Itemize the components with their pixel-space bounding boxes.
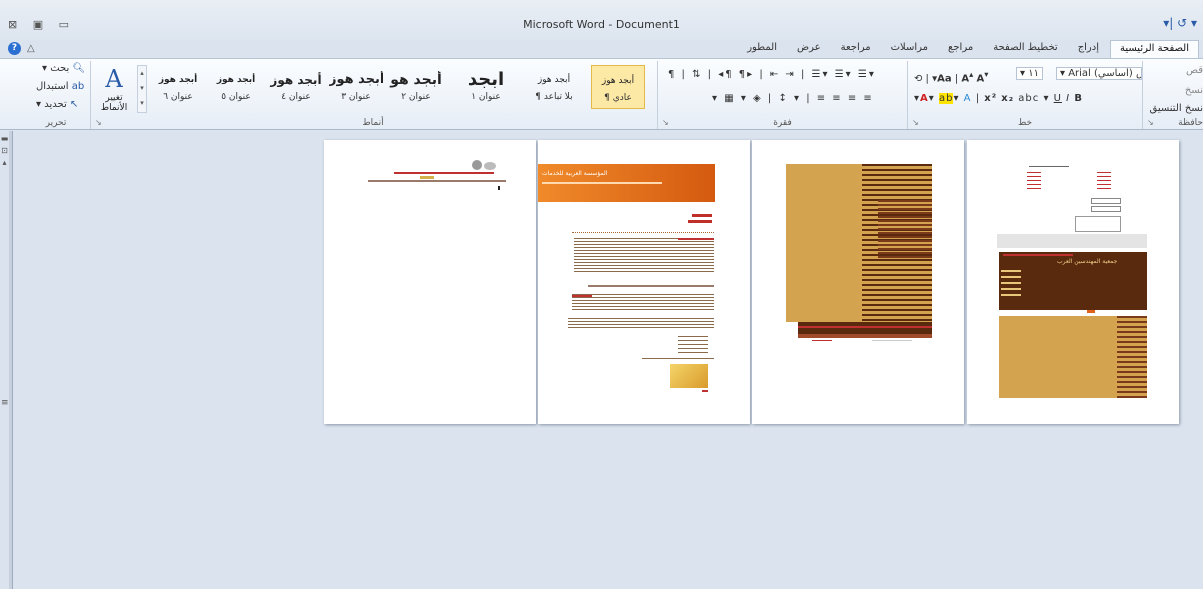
help-icon[interactable]: ? (8, 42, 21, 55)
replace-button[interactable]: استبدال ab (36, 81, 84, 92)
tab-insert[interactable]: إدراج (1069, 40, 1108, 59)
font-name-box[interactable]: ▾ Arial (أساسي) بس (1056, 67, 1142, 80)
header-line-yellow (420, 176, 434, 179)
paragraph-bottom-row[interactable]: ▾ ▦ ▾ ◈ | ↕ ▾ | ≡ ≡ ≡ ≡ (712, 93, 874, 104)
page-number-mark (498, 186, 500, 190)
brown-text-lines-2 (878, 200, 932, 260)
footer-image (670, 364, 708, 388)
form-field-2 (1091, 206, 1121, 212)
vertical-ruler[interactable] (9, 131, 13, 589)
heading-red-1 (692, 214, 712, 217)
paragraph-block-4 (568, 318, 714, 328)
paragraph-group-label: فقرة (773, 118, 792, 128)
form-box (1075, 216, 1121, 232)
change-styles-icon: A (105, 65, 123, 93)
editing-group: ▾ بحث 🔍︎ استبدال ab ▾ تحديد ↖ تحرير (22, 61, 90, 129)
tab-review[interactable]: مراجعة (832, 40, 880, 59)
red-bar-table (798, 322, 932, 334)
clipboard-group-label: حافظة (1178, 118, 1203, 128)
font-group-label: خط (1017, 118, 1033, 128)
ruler-marker-icon[interactable]: ≡ (1, 398, 9, 408)
style-no-spacing[interactable]: أبجد هوز ¶ بلا تباعد (527, 65, 581, 109)
gray-band (997, 234, 1147, 248)
header-line-red (394, 172, 494, 174)
banner-title: المؤسسة العربية للخدمات (542, 170, 608, 177)
minimize-ribbon-icon[interactable]: △ (27, 43, 35, 54)
title-bar: ⊠ ▣ ▭ Microsoft Word - Document1 ▾| ↺ ▾ (0, 0, 1203, 40)
ruler-toggle-icon[interactable]: ▬ ⊡ ▴ (0, 133, 9, 169)
tab-mailings[interactable]: مراسلات (882, 40, 937, 59)
document-page-3[interactable] (752, 140, 964, 424)
style-heading-4[interactable]: أبجد هوز عنوان ٤ (269, 65, 323, 109)
banner-subtitle-line (542, 182, 662, 184)
paragraph-line-red (678, 238, 714, 240)
styles-group-label: أنماط (362, 118, 384, 128)
styles-group: A تغيير الأنماط ▴ ▾ ▾ أبجد هوز عنوان ٦ أبج… (90, 61, 655, 129)
clipboard-group: قص نسخ نسخ التنسيق ↘ حافظة (1142, 61, 1203, 129)
style-heading-5[interactable]: أبجد هوز عنوان ٥ (209, 65, 263, 109)
cut-button[interactable]: قص (1186, 65, 1203, 76)
style-heading-1[interactable]: أبجد عنوان ١ (459, 65, 513, 109)
logo-image-2 (484, 162, 496, 170)
form-block-red-left (1027, 172, 1041, 190)
change-case-button[interactable]: ⟲ | ▾Aa | A▴ A▾ (914, 69, 988, 84)
footer-gray-mark (872, 340, 912, 341)
footer-mark (702, 390, 708, 392)
form-field-1 (1091, 198, 1121, 204)
style-heading-2[interactable]: أبجد هو عنوان ٢ (389, 65, 443, 109)
tab-view[interactable]: عرض (788, 40, 830, 59)
paragraph-block-2 (588, 285, 714, 287)
font-group: ⟲ | ▾Aa | A▴ A▾ ▾ ١١ ▾ Arial (أساسي) بس … (907, 61, 1142, 129)
select-button[interactable]: ▾ تحديد ↖ (36, 99, 78, 110)
brown-panel-marks (1001, 270, 1021, 300)
tan-lower-lines (1117, 316, 1147, 398)
list-block (678, 336, 708, 356)
table-rows (798, 334, 932, 338)
paragraph-group: ¶ | ⇅ | ◂¶ ¶▸ | ⇤ ⇥ | ☰▾ ☰▾ ☰▾ ▾ ▦ ▾ ◈ |… (657, 61, 907, 129)
brown-panel-title: جمعية المهندسين العرب (1057, 258, 1118, 265)
tab-references[interactable]: مراجع (939, 40, 982, 59)
window-title: Microsoft Word - Document1 (523, 18, 680, 31)
ribbon-tabs: الصفحة الرئيسية إدراج تخطيط الصفحة مراجع… (0, 40, 1203, 59)
dotted-separator (572, 232, 714, 233)
document-page-4[interactable]: جمعية المهندسين العرب (967, 140, 1179, 424)
heading-red-2 (688, 220, 712, 223)
tab-home[interactable]: الصفحة الرئيسية (1110, 40, 1199, 59)
tab-developer[interactable]: المطور (738, 40, 786, 59)
header-dots (1029, 166, 1069, 167)
document-page-2[interactable]: المؤسسة العربية للخدمات (538, 140, 750, 424)
style-heading-3[interactable]: أبجد هوز عنوان ٣ (329, 65, 383, 109)
form-block-red-right (1097, 172, 1111, 190)
quick-access-toolbar[interactable]: ▾| ↺ ▾ (1163, 16, 1197, 30)
footer-red-mark (812, 340, 832, 341)
tab-page-layout[interactable]: تخطيط الصفحة (984, 40, 1067, 59)
styles-gallery-scroll[interactable]: ▴ ▾ ▾ (137, 65, 147, 113)
brown-panel-red-line (1003, 254, 1073, 256)
paragraph-block-1 (574, 238, 714, 272)
format-painter-button[interactable]: نسخ التنسيق (1150, 103, 1203, 114)
style-normal[interactable]: أبجد هوز ¶ عادي (591, 65, 645, 109)
style-heading-6[interactable]: أبجد هوز عنوان ٦ (151, 65, 205, 109)
paragraph-top-row[interactable]: ¶ | ⇅ | ◂¶ ¶▸ | ⇤ ⇥ | ☰▾ ☰▾ ☰▾ (668, 69, 876, 80)
footer-line (642, 358, 714, 359)
document-page-1[interactable] (324, 140, 536, 424)
header-line-text (368, 180, 506, 182)
change-styles-button[interactable]: A تغيير الأنماط (95, 65, 133, 113)
help-buttons: ? △ (8, 40, 35, 57)
orange-mark (1087, 310, 1095, 313)
font-format-row[interactable]: ▾A▾ ab▾ A | x² x₂ abc ▾ U I B (914, 93, 1083, 104)
ribbon: ▾ بحث 🔍︎ استبدال ab ▾ تحديد ↖ تحرير A تغ… (0, 58, 1203, 130)
paragraph-block-3 (572, 294, 714, 312)
logo-image (472, 160, 482, 170)
font-size-box[interactable]: ▾ ١١ (1016, 67, 1043, 80)
paragraph-line-red-2 (572, 295, 592, 297)
find-button[interactable]: ▾ بحث 🔍︎ (42, 63, 85, 74)
copy-button[interactable]: نسخ (1185, 85, 1203, 96)
red-bar-table-2 (798, 326, 932, 328)
editing-group-label: تحرير (45, 118, 67, 128)
